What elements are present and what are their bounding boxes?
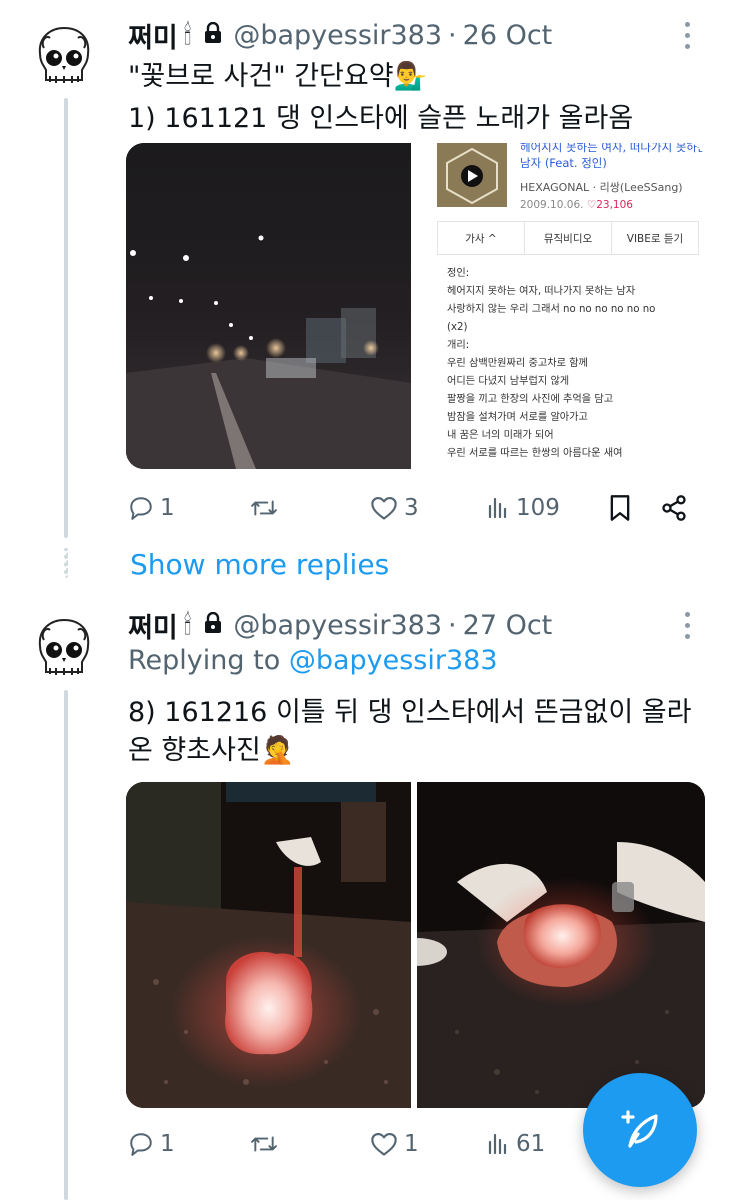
tweet-date[interactable]: 27 Oct bbox=[463, 610, 553, 641]
views-count: 61 bbox=[516, 1131, 546, 1157]
song-date-value: 2009.10.06. bbox=[520, 199, 584, 211]
retweet-icon bbox=[248, 495, 280, 521]
tweet-text-line: 1) 161121 댕 인스타에 슬픈 노래가 올라옴 bbox=[128, 103, 634, 134]
compose-icon bbox=[616, 1104, 664, 1156]
views-icon bbox=[486, 496, 510, 520]
lyric-line: 정인: bbox=[447, 268, 470, 279]
bookmark-icon bbox=[608, 494, 632, 522]
views-button[interactable]: 61 bbox=[486, 1131, 545, 1157]
album-art bbox=[437, 143, 507, 207]
display-name[interactable]: 쩌미 bbox=[128, 606, 178, 645]
lyrics-screenshot[interactable]: 헤어지지 못하는 여자, 떠나가지 못하는 남자 (Feat. 정인) HEXA… bbox=[417, 143, 705, 469]
tweet-text-line: 온 향초사진🤦 bbox=[128, 735, 295, 766]
lyrics-tabs: 가사 ^ 뮤직비디오 VIBE로 듣기 bbox=[437, 221, 699, 255]
separator-dot: · bbox=[448, 610, 457, 641]
candle-emoji: 🕯 bbox=[183, 609, 192, 641]
candle-photo-table[interactable] bbox=[126, 782, 411, 1108]
tweet-actions: 1 3 109 bbox=[128, 488, 699, 528]
display-name[interactable]: 쩌미 bbox=[128, 16, 178, 55]
separator-dot: · bbox=[448, 20, 457, 51]
tweet-text-line: "꽃브로 사건" 간단요약💁‍♂️ bbox=[128, 61, 428, 92]
tab-music-video[interactable]: 뮤직비디오 bbox=[525, 222, 612, 254]
lock-icon bbox=[203, 610, 223, 641]
avatar[interactable] bbox=[26, 18, 102, 94]
replying-to: Replying to @bapyessir383 bbox=[128, 645, 498, 676]
song-artist: HEXAGONAL · 리쌍(LeeSSang) bbox=[520, 181, 683, 194]
views-count: 109 bbox=[516, 495, 560, 521]
share-icon bbox=[660, 494, 688, 522]
handle[interactable]: @bapyessir383 bbox=[233, 20, 442, 51]
reply-count: 1 bbox=[160, 495, 175, 521]
bookmark-button[interactable] bbox=[608, 494, 632, 522]
lyric-line: 헤어지지 못하는 여자, 떠나가지 못하는 남자 bbox=[447, 286, 636, 297]
thread-line bbox=[64, 690, 68, 1200]
lyric-line: 어디든 다녔지 남부럽지 않게 bbox=[447, 376, 570, 387]
lyric-line: 사랑하지 않는 우리 그래서 no no no no no no bbox=[447, 304, 656, 315]
tweet-text-line: 8) 161216 이틀 뒤 댕 인스타에서 뜬금없이 올라 bbox=[128, 697, 692, 728]
views-button[interactable]: 109 bbox=[486, 495, 560, 521]
handle[interactable]: @bapyessir383 bbox=[233, 610, 442, 641]
tweet-text: 8) 161216 이틀 뒤 댕 인스타에서 뜬금없이 올라 온 향초사진🤦 bbox=[128, 694, 705, 770]
song-title[interactable]: 헤어지지 못하는 여자, 떠나가지 못하는 남자 (Feat. 정인) bbox=[520, 143, 705, 171]
night-road-photo[interactable] bbox=[126, 143, 411, 469]
lyric-line: 개리: bbox=[447, 340, 470, 351]
tweet-header: 쩌미 🕯 @bapyessir383 · 27 Oct bbox=[128, 606, 552, 645]
lyric-line: 밤잠을 설쳐가며 서로를 알아가고 bbox=[447, 412, 588, 423]
reply-button[interactable]: 1 bbox=[128, 495, 175, 521]
lock-icon bbox=[203, 20, 223, 51]
share-button[interactable] bbox=[660, 494, 688, 522]
lyric-line: 우린 삼백만원짜리 중고차로 함께 bbox=[447, 358, 588, 369]
lyric-line: (x2) bbox=[447, 322, 468, 333]
reply-icon bbox=[128, 1131, 154, 1157]
like-button[interactable]: 1 bbox=[370, 1131, 419, 1157]
song-date: 2009.10.06. ♡23,106 bbox=[520, 199, 633, 211]
tweet-media[interactable] bbox=[126, 782, 705, 1108]
heart-icon bbox=[370, 495, 398, 521]
more-options-icon[interactable] bbox=[685, 22, 691, 49]
lyric-line: 내 꿈은 너의 미래가 되어 bbox=[447, 430, 554, 441]
retweet-button[interactable] bbox=[248, 1131, 280, 1157]
views-icon bbox=[486, 1132, 510, 1156]
candle-emoji: 🕯 bbox=[183, 19, 192, 51]
like-button[interactable]: 3 bbox=[370, 495, 419, 521]
retweet-icon bbox=[248, 1131, 280, 1157]
tweet-date[interactable]: 26 Oct bbox=[463, 20, 553, 51]
tweet-media[interactable]: 헤어지지 못하는 여자, 떠나가지 못하는 남자 (Feat. 정인) HEXA… bbox=[126, 143, 705, 469]
like-count: 3 bbox=[404, 495, 419, 521]
more-options-icon[interactable] bbox=[685, 612, 691, 639]
like-count: 1 bbox=[404, 1131, 419, 1157]
tab-vibe[interactable]: VIBE로 듣기 bbox=[612, 222, 698, 254]
reply-count: 1 bbox=[160, 1131, 175, 1157]
show-more-replies-link[interactable]: Show more replies bbox=[130, 548, 389, 581]
tab-lyrics[interactable]: 가사 ^ bbox=[438, 222, 525, 254]
heart-icon bbox=[370, 1131, 398, 1157]
retweet-button[interactable] bbox=[248, 495, 280, 521]
thread-line-gap bbox=[64, 548, 68, 578]
lyrics-body: 정인: 헤어지지 못하는 여자, 떠나가지 못하는 남자 사랑하지 않는 우리 … bbox=[447, 265, 705, 463]
tweet-text: "꽃브로 사건" 간단요약💁‍♂️ 1) 161121 댕 인스타에 슬픈 노래… bbox=[128, 58, 705, 138]
replying-to-handle[interactable]: @bapyessir383 bbox=[289, 645, 498, 676]
replying-to-label: Replying to bbox=[128, 645, 281, 676]
reply-icon bbox=[128, 495, 154, 521]
reply-button[interactable]: 1 bbox=[128, 1131, 175, 1157]
tweet-header: 쩌미 🕯 @bapyessir383 · 26 Oct bbox=[128, 16, 552, 55]
thread-line bbox=[64, 98, 68, 538]
candle-photo-hands[interactable] bbox=[417, 782, 705, 1108]
avatar[interactable] bbox=[26, 610, 102, 686]
lyric-line: 팔짱을 끼고 한장의 사진에 추억을 담고 bbox=[447, 394, 614, 405]
lyric-line: 우린 서로를 따르는 한쌍의 아름다운 새여 bbox=[447, 448, 623, 459]
song-likes: ♡23,106 bbox=[586, 199, 633, 211]
compose-button[interactable] bbox=[583, 1073, 697, 1187]
